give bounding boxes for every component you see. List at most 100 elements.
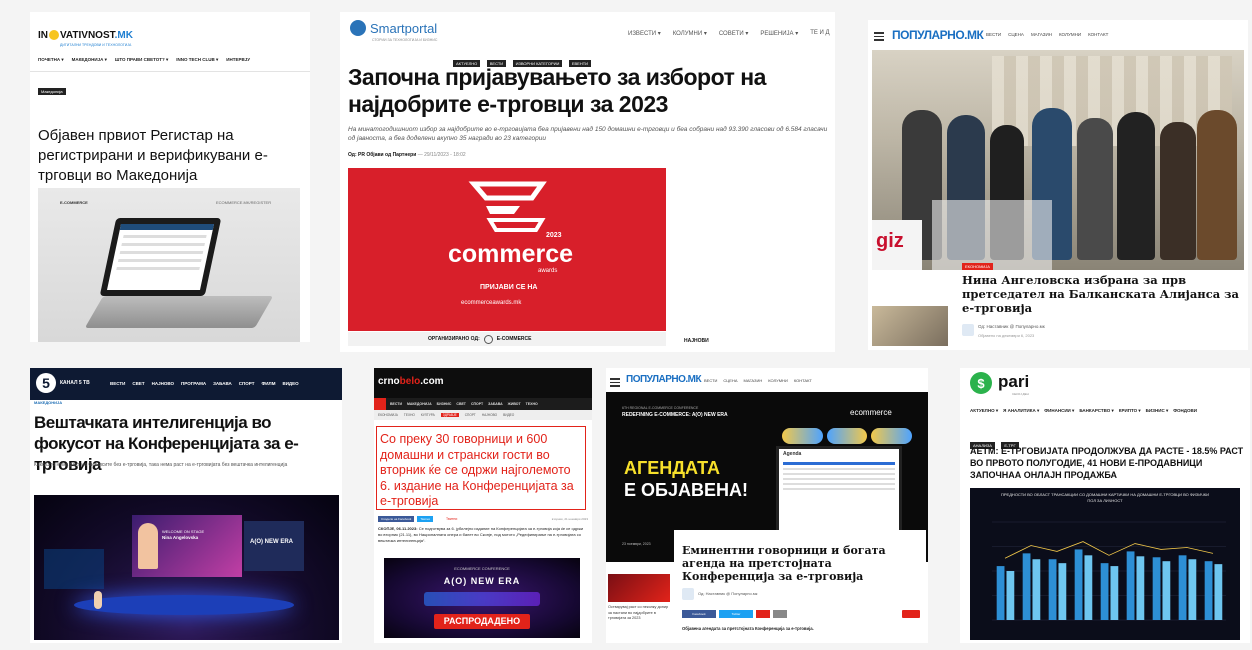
share-tag[interactable]: Твитни — [446, 517, 457, 521]
subnav-latest[interactable]: НАЈНОВО — [482, 413, 497, 417]
subnav-culture[interactable]: КУЛТУРА — [421, 413, 435, 417]
nav-contact[interactable]: КОНТАКТ — [794, 378, 812, 383]
article-headline[interactable]: Започна пријавувањето за изборот на најд… — [348, 64, 828, 118]
main-nav: ПОЧЕТНА ▾ МАКЕДОНИЈА ▾ ШТО ПРАВИ СВЕТОТ?… — [38, 57, 250, 63]
nav-tech[interactable]: ТЕХНО — [526, 402, 538, 406]
article-headline[interactable]: Еминентни говорници и богата агенда на п… — [682, 544, 922, 583]
site-logo[interactable]: ПОПУЛАРНО.МК — [892, 28, 984, 42]
nav-more[interactable]: ТЕ И Д — [810, 30, 829, 37]
stage-sign: A(O) NEW ERA — [250, 539, 293, 545]
nav-news[interactable]: ВЕСТИ — [704, 378, 717, 383]
side-caption[interactable]: Остварувај раст со неколку допир за наст… — [608, 605, 670, 622]
nav-macedonia[interactable]: МАКЕДОНИЈА — [407, 402, 432, 406]
nav-macedonia[interactable]: МАКЕДОНИЈА ▾ — [72, 57, 107, 63]
tile-popularno-2[interactable]: ПОПУЛАРНО.МК ВЕСТИ СЦЕНА МАГАЗИН КОЛУМНИ… — [606, 368, 928, 643]
nav-magazine[interactable]: МАГАЗИН — [1031, 32, 1052, 37]
nav-world[interactable]: СВЕТ — [132, 381, 144, 386]
tile-smartportal[interactable]: Smartportal СТОРИИ ЗА ТЕХНОЛОГИЈА И БИЗН… — [340, 12, 835, 352]
site-logo[interactable]: IN VATIVNOST.MK — [38, 30, 133, 41]
subnav-health[interactable]: ЗДРАВЈЕ — [440, 413, 459, 417]
share-twitter-button[interactable]: Twitter — [719, 610, 753, 618]
share-extra-button[interactable] — [902, 610, 920, 618]
nav-finance[interactable]: ФИНАНСИИ ▾ — [1044, 408, 1074, 414]
nav-interview[interactable]: ИНТЕРВЈУ — [226, 57, 250, 63]
tile-pari[interactable]: $ pari СЕКОЈ ДЕН АКТУЕЛНО ▾ Я АНАЛИТИКА … — [960, 368, 1250, 643]
site-logo[interactable]: Smartportal — [350, 20, 437, 36]
pari-logo-icon[interactable]: $ — [970, 372, 992, 394]
site-logo[interactable]: pari — [998, 372, 1029, 392]
sold-out-banner[interactable]: ECOMMERCE CONFERENCE A(O) NEW ERA РАСПРО… — [384, 558, 580, 638]
banner-url[interactable]: ecommerceawards.mk — [461, 300, 521, 306]
nav-fun[interactable]: ЗАБАВА — [488, 402, 503, 406]
side-thumb[interactable] — [608, 574, 670, 602]
tile-popularno-1[interactable]: ПОПУЛАРНО.МК ВЕСТИ СЦЕНА МАГАЗИН КОЛУМНИ… — [868, 20, 1248, 350]
article-headline[interactable]: Објавен првиот Регистар на регистрирани … — [38, 126, 283, 186]
nav-contact[interactable]: КОНТАКТ — [1088, 32, 1108, 37]
share-facebook-button[interactable]: Facebook — [682, 610, 716, 618]
nav-banking[interactable]: БАНКАРСТВО ▾ — [1079, 408, 1113, 414]
byline-author[interactable]: Од: Наставник @ Популарно.мк — [978, 324, 1045, 329]
home-icon[interactable] — [374, 398, 386, 410]
nav-scene[interactable]: СЦЕНА — [1008, 32, 1024, 37]
tile-kanal5[interactable]: 5 КАНАЛ 5 ТВ ВЕСТИ СВЕТ НАЈНОВО ПРОГРАМА… — [30, 368, 342, 643]
nav-film[interactable]: ФИЛМ — [261, 381, 275, 386]
nav-news[interactable]: ВЕСТИ — [986, 32, 1001, 37]
nav-world[interactable]: СВЕТ — [456, 402, 466, 406]
sidebar-latest-label: НАЈНОВИ — [684, 338, 709, 344]
category-tag[interactable]: ЕКОНОМИЈА — [962, 263, 993, 270]
share-email-button[interactable] — [773, 610, 787, 618]
byline-author[interactable]: Од: Наставник @ Популарно.мк — [698, 591, 757, 596]
nav-innotech[interactable]: INNO TECH CLUB ▾ — [176, 57, 218, 63]
share-pinterest-button[interactable] — [756, 610, 770, 618]
menu-icon[interactable] — [610, 376, 620, 389]
nav-fun[interactable]: ЗАБАВА — [213, 381, 232, 386]
nav-news[interactable]: ВЕСТИ — [110, 381, 125, 386]
nav-solutions[interactable]: РЕШЕНИЈА ▾ — [760, 30, 798, 37]
nav-columns[interactable]: КОЛУМНИ — [768, 378, 788, 383]
menu-icon[interactable] — [874, 30, 884, 43]
category-tag[interactable]: МАКЕДОНИЈА — [34, 400, 62, 405]
tile-crnobelo[interactable]: crnobelo.com ВЕСТИ МАКЕДОНИЈА БИЗНИС СВЕ… — [374, 368, 592, 643]
nav-sport[interactable]: СПОРТ — [471, 402, 483, 406]
nav-tips[interactable]: СОВЕТИ ▾ — [719, 30, 749, 37]
nav-columns[interactable]: КОЛУМНИ ▾ — [673, 30, 707, 37]
nav-news[interactable]: ВЕСТИ — [390, 402, 402, 406]
nav-video[interactable]: ВИДЕО — [282, 381, 298, 386]
share-facebook-button[interactable]: Сподели на Facebook — [378, 516, 415, 522]
nav-columns[interactable]: КОЛУМНИ — [1059, 32, 1081, 37]
nav-business[interactable]: БИЗНИС — [437, 402, 452, 406]
share-twitter-button[interactable]: Твитни — [417, 516, 433, 522]
nav-magazine[interactable]: МАГАЗИН — [744, 378, 763, 383]
category-tag[interactable]: Македонија — [38, 88, 66, 95]
site-logo[interactable]: ПОПУЛАРНО.МК — [626, 374, 702, 385]
nav-world[interactable]: ШТО ПРАВИ СВЕТОТ? ▾ — [115, 57, 168, 63]
nav-funds[interactable]: ФОНДОВИ — [1173, 408, 1197, 414]
site-logo[interactable]: crnobelo.com — [378, 376, 444, 387]
article-headline[interactable]: Нина Ангеловска избрана за прв претседат… — [962, 273, 1242, 315]
nav-analytics[interactable]: Я АНАЛИТИКА ▾ — [1003, 408, 1039, 414]
nav-life[interactable]: ЖИВОТ — [508, 402, 521, 406]
nav-scene[interactable]: СЦЕНА — [723, 378, 737, 383]
article-photo: giz — [872, 50, 1244, 270]
nav-news[interactable]: ИЗВЕСТИ ▾ — [628, 30, 661, 37]
subnav-video[interactable]: ВИДЕО — [503, 413, 514, 417]
byline-author[interactable]: Од: PR Објави од Партнери — [348, 152, 416, 158]
nav-crypto[interactable]: КРИПТО ▾ — [1119, 408, 1141, 414]
nav-current[interactable]: АКТУЕЛНО ▾ — [970, 408, 998, 414]
article-headline[interactable]: АЕТМ: Е-ТРГОВИЈАТА ПРОДОЛЖУВА ДА РАСТЕ -… — [970, 445, 1246, 481]
nav-program[interactable]: ПРОГРАМА — [181, 381, 206, 386]
subnav-tech[interactable]: ТЕХНО — [404, 413, 415, 417]
related-thumb[interactable] — [872, 306, 948, 346]
subnav-economy[interactable]: ЕКОНОМИЈА — [378, 413, 398, 417]
nav-home[interactable]: ПОЧЕТНА ▾ — [38, 57, 64, 63]
banner-top: ECOMMERCE CONFERENCE — [454, 566, 510, 571]
tile-inovativnost[interactable]: IN VATIVNOST.MK ДИГИТАЛНИ ТРЕНДОВИ И ТЕХН… — [30, 12, 310, 342]
nav-business[interactable]: БИЗНИС ▾ — [1146, 408, 1169, 414]
channel-logo-icon[interactable]: 5 — [36, 373, 56, 393]
banner-ecommerce-awards[interactable]: 2023 commerce awards ПРИЈАВИ СЕ НА ecomm… — [348, 168, 666, 331]
subnav-sport[interactable]: СПОРТ — [465, 413, 476, 417]
nav-latest[interactable]: НАЈНОВО — [152, 381, 174, 386]
nav-sport[interactable]: СПОРТ — [239, 381, 255, 386]
article-subtitle: На минатогодишниот избор за најдобрите в… — [348, 126, 828, 142]
article-headline[interactable]: Со преку 30 говорници и 600 домашни и ст… — [380, 432, 580, 510]
